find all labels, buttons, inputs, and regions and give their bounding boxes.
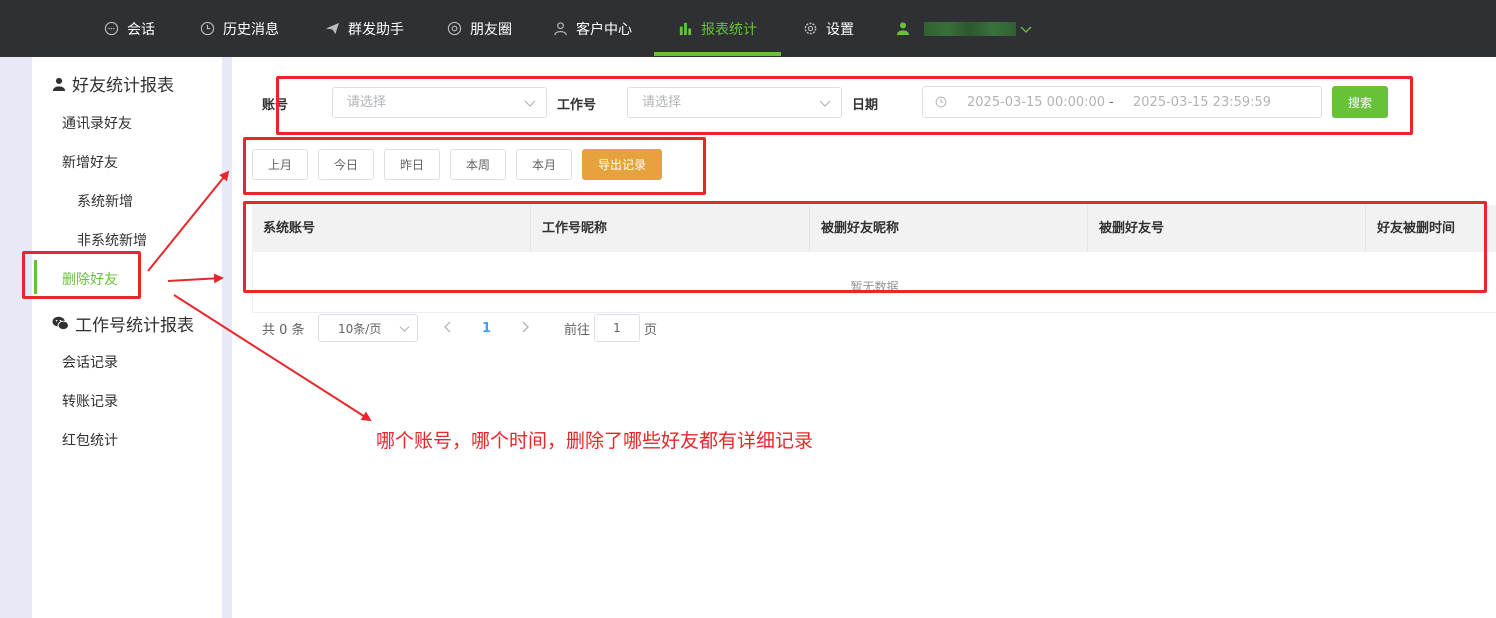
chevron-down-icon[interactable]: [1020, 23, 1032, 35]
nav-label: 朋友圈: [470, 21, 512, 38]
left-gutter: [0, 57, 32, 618]
nav-broadcast[interactable]: 群发助手: [325, 0, 404, 57]
page-unit: 页: [644, 322, 658, 338]
nav-chat[interactable]: 会话: [104, 0, 155, 57]
nav-active-indicator: [654, 52, 781, 56]
user-icon: [554, 22, 567, 36]
nav-label: 设置: [826, 21, 854, 38]
highlight-filters: [276, 76, 1413, 135]
sidebar: 好友统计报表 通讯录好友 新增好友 系统新增 非系统新增 删除好友 工作号统计报…: [32, 57, 222, 618]
goto-page-input[interactable]: 1: [594, 314, 640, 342]
sidebar-item-new-friends[interactable]: 新增好友: [62, 152, 118, 172]
nav-label: 客户中心: [576, 21, 632, 38]
sidebar-group-workers[interactable]: 工作号统计报表: [52, 311, 194, 336]
nav-reports[interactable]: 报表统计: [678, 0, 757, 57]
sidebar-item-system-new[interactable]: 系统新增: [77, 191, 133, 211]
goto-label: 前往: [564, 322, 591, 338]
top-nav: 会话 历史消息 群发助手 朋友圈 客户中心 报表统计 设置: [0, 0, 1496, 57]
sidebar-divider: [222, 57, 232, 618]
highlight-deleted-friends: [22, 251, 141, 299]
gear-icon: [804, 22, 817, 35]
person-icon: [52, 77, 66, 91]
prev-page-icon[interactable]: [442, 321, 454, 333]
chat-icon: [104, 21, 119, 36]
chevron-down-icon: [399, 326, 410, 333]
sidebar-item-red-packets[interactable]: 红包统计: [62, 430, 118, 450]
user-avatar-icon[interactable]: [896, 21, 910, 35]
aperture-icon: [447, 21, 462, 36]
sidebar-item-transfers[interactable]: 转账记录: [62, 391, 118, 411]
sidebar-item-sessions[interactable]: 会话记录: [62, 352, 118, 372]
page-size-value: 10条/页: [338, 321, 382, 336]
nav-history[interactable]: 历史消息: [200, 0, 279, 57]
bar-chart-icon: [679, 22, 692, 36]
sidebar-item-contacts[interactable]: 通讯录好友: [62, 113, 132, 133]
send-icon: [325, 22, 340, 35]
nav-label: 会话: [127, 21, 155, 38]
nav-customers[interactable]: 客户中心: [553, 0, 632, 57]
current-page[interactable]: 1: [482, 314, 491, 342]
page-size-select[interactable]: 10条/页: [318, 314, 418, 342]
sidebar-group-friends[interactable]: 好友统计报表: [52, 71, 174, 96]
total-count: 共 0 条: [262, 322, 305, 338]
sidebar-item-non-system-new[interactable]: 非系统新增: [77, 230, 147, 250]
highlight-table: [243, 201, 1487, 293]
nav-label: 历史消息: [223, 21, 279, 38]
nav-moments[interactable]: 朋友圈: [447, 0, 512, 57]
clock-icon: [200, 21, 215, 36]
sidebar-group-label: 工作号统计报表: [75, 316, 194, 336]
next-page-icon[interactable]: [519, 321, 531, 333]
sidebar-group-label: 好友统计报表: [72, 76, 174, 96]
nav-label: 报表统计: [701, 21, 757, 38]
wechat-icon: [52, 316, 69, 331]
annotation-text: 哪个账号，哪个时间，删除了哪些好友都有详细记录: [376, 430, 814, 452]
nav-label: 群发助手: [348, 21, 404, 38]
nav-settings[interactable]: 设置: [803, 0, 854, 57]
user-name-redacted[interactable]: [924, 22, 1016, 36]
highlight-quick-buttons: [243, 137, 706, 195]
